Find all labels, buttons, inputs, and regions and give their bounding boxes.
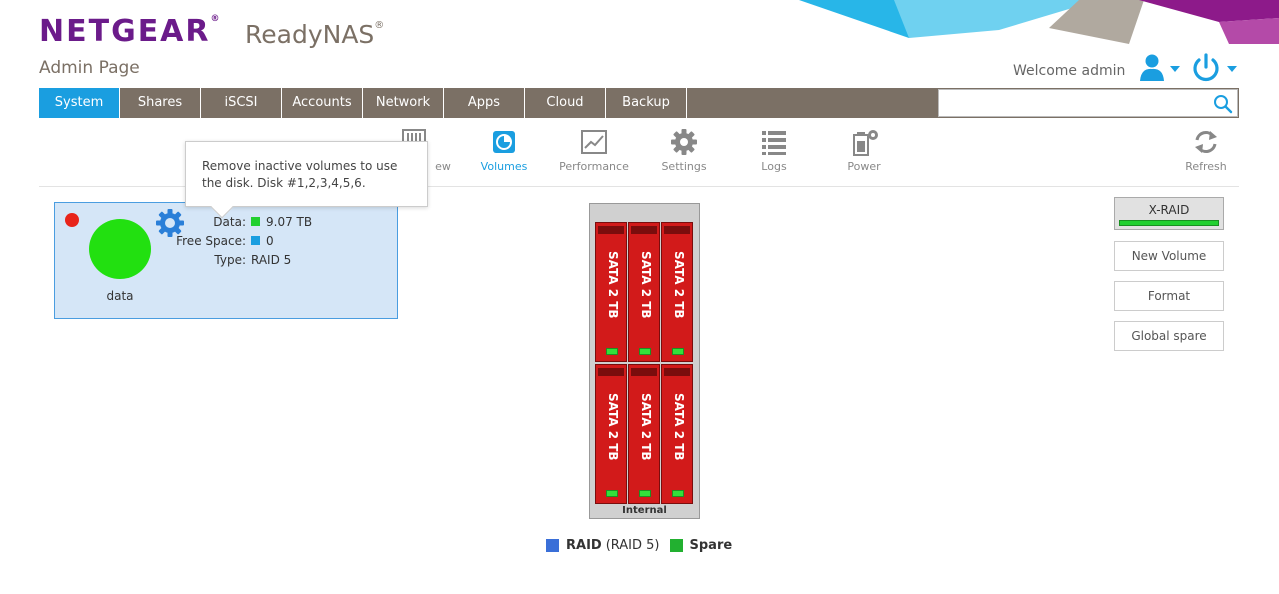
volumes-icon xyxy=(493,131,515,153)
tab-backup[interactable]: Backup xyxy=(606,88,687,118)
tooltip-line-2: the disk. Disk #1,2,3,4,5,6. xyxy=(202,176,366,190)
power-menu-button[interactable] xyxy=(1190,52,1240,84)
free-space-value: 0 xyxy=(266,233,274,248)
format-button[interactable]: Format xyxy=(1114,281,1224,311)
disk-3-handle xyxy=(664,226,690,234)
free-space-label: Free Space: xyxy=(176,233,246,248)
raid-swatch xyxy=(546,539,559,552)
subnav-settings-label: Settings xyxy=(661,160,707,173)
subnav-performance[interactable]: Performance xyxy=(549,128,639,173)
disk-3-label: SATA 2 TB xyxy=(672,251,686,319)
global-spare-button[interactable]: Global spare xyxy=(1114,321,1224,351)
refresh-button[interactable]: Refresh xyxy=(1161,128,1251,173)
user-menu-button[interactable] xyxy=(1138,52,1184,84)
welcome-text: Welcome admin xyxy=(1013,63,1126,79)
brand-registered-mark: ® xyxy=(210,14,222,24)
tab-shares[interactable]: Shares xyxy=(120,88,201,118)
volume-status-indicator xyxy=(65,213,79,227)
disk-enclosure: SATA 2 TB SATA 2 TB SATA 2 TB SATA 2 TB … xyxy=(589,203,700,519)
disk-1-led xyxy=(606,348,618,355)
performance-icon xyxy=(581,130,607,154)
disk-6-led xyxy=(672,490,684,497)
disk-5[interactable]: SATA 2 TB xyxy=(628,364,660,504)
disk-2[interactable]: SATA 2 TB xyxy=(628,222,660,362)
disk-6[interactable]: SATA 2 TB xyxy=(661,364,693,504)
search-input[interactable] xyxy=(939,90,1209,116)
refresh-icon xyxy=(1195,131,1217,153)
subnav-volumes-label: Volumes xyxy=(480,160,528,173)
product-label: ReadyNAS xyxy=(245,20,375,49)
type-value: RAID 5 xyxy=(251,252,292,267)
data-swatch xyxy=(251,217,260,226)
legend-raid-label: RAID xyxy=(566,538,602,553)
logs-icon xyxy=(762,131,786,155)
xraid-status-bar xyxy=(1119,220,1219,226)
disk-4-led xyxy=(606,490,618,497)
disk-6-label: SATA 2 TB xyxy=(672,393,686,461)
disk-1[interactable]: SATA 2 TB xyxy=(595,222,627,362)
tab-iscsi[interactable]: iSCSI xyxy=(201,88,282,118)
gear-icon xyxy=(671,129,697,155)
disk-2-label: SATA 2 TB xyxy=(639,251,653,319)
product-registered-mark: ® xyxy=(374,20,385,31)
disk-6-handle xyxy=(664,368,690,376)
tab-accounts[interactable]: Accounts xyxy=(282,88,363,118)
volume-card[interactable]: data Data: 9.07 TB Free Space: 0 Type: RAID… xyxy=(54,202,398,319)
user-icon xyxy=(1140,54,1180,81)
disk-2-handle xyxy=(631,226,657,234)
spare-swatch xyxy=(669,539,683,552)
volume-name: data xyxy=(106,289,134,303)
volume-usage-circle xyxy=(89,219,151,279)
subnav-volumes[interactable]: Volumes xyxy=(459,128,549,173)
disk-2-led xyxy=(639,348,651,355)
free-space-swatch xyxy=(251,236,260,245)
subnav-settings[interactable]: Settings xyxy=(639,128,729,173)
data-label: Data: xyxy=(213,214,246,229)
subnav-logs[interactable]: Logs xyxy=(729,128,819,173)
power-settings-icon xyxy=(853,130,878,156)
disk-5-handle xyxy=(631,368,657,376)
xraid-label: X-RAID xyxy=(1148,203,1190,217)
search-box xyxy=(938,89,1238,117)
tooltip-line-1: Remove inactive volumes to use xyxy=(202,159,398,173)
enclosure-label: Internal xyxy=(622,505,667,516)
subnav-power[interactable]: Power xyxy=(819,128,909,173)
tab-system[interactable]: System xyxy=(39,88,120,118)
disk-3[interactable]: SATA 2 TB xyxy=(661,222,693,362)
subnav-performance-label: Performance xyxy=(559,160,629,173)
disk-3-led xyxy=(672,348,684,355)
tab-cloud[interactable]: Cloud xyxy=(525,88,606,118)
disk-legend: RAID (RAID 5) Spare xyxy=(546,538,736,553)
subnav-power-label: Power xyxy=(847,160,881,173)
tab-network[interactable]: Network xyxy=(363,88,444,118)
page-title: Admin Page xyxy=(39,58,140,78)
product-name: ReadyNAS® xyxy=(245,20,384,49)
data-value: 9.07 TB xyxy=(266,214,313,229)
subnav-logs-label: Logs xyxy=(761,160,787,173)
power-icon xyxy=(1193,53,1237,82)
disk-5-led xyxy=(639,490,651,497)
refresh-label: Refresh xyxy=(1185,160,1227,173)
type-label: Type: xyxy=(214,252,246,267)
disk-4-label: SATA 2 TB xyxy=(606,393,620,461)
new-volume-button[interactable]: New Volume xyxy=(1114,241,1224,271)
disk-1-label: SATA 2 TB xyxy=(606,251,620,319)
tab-apps[interactable]: Apps xyxy=(444,88,525,118)
legend-spare-label: Spare xyxy=(689,538,733,553)
netgear-logo: NETGEAR® xyxy=(39,14,222,49)
disk-1-handle xyxy=(598,226,624,234)
disk-4-handle xyxy=(598,368,624,376)
search-icon[interactable] xyxy=(1213,94,1233,114)
header-decoration xyxy=(799,0,1279,44)
disk-4[interactable]: SATA 2 TB xyxy=(595,364,627,504)
volume-info: Data: 9.07 TB Free Space: 0 Type: RAID 5 xyxy=(165,212,312,269)
legend-raid-detail: (RAID 5) xyxy=(605,538,660,553)
brand-name: NETGEAR xyxy=(39,14,211,49)
xraid-button[interactable]: X-RAID xyxy=(1114,197,1224,230)
disk-5-label: SATA 2 TB xyxy=(639,393,653,461)
tooltip: Remove inactive volumes to use the disk.… xyxy=(185,141,428,219)
